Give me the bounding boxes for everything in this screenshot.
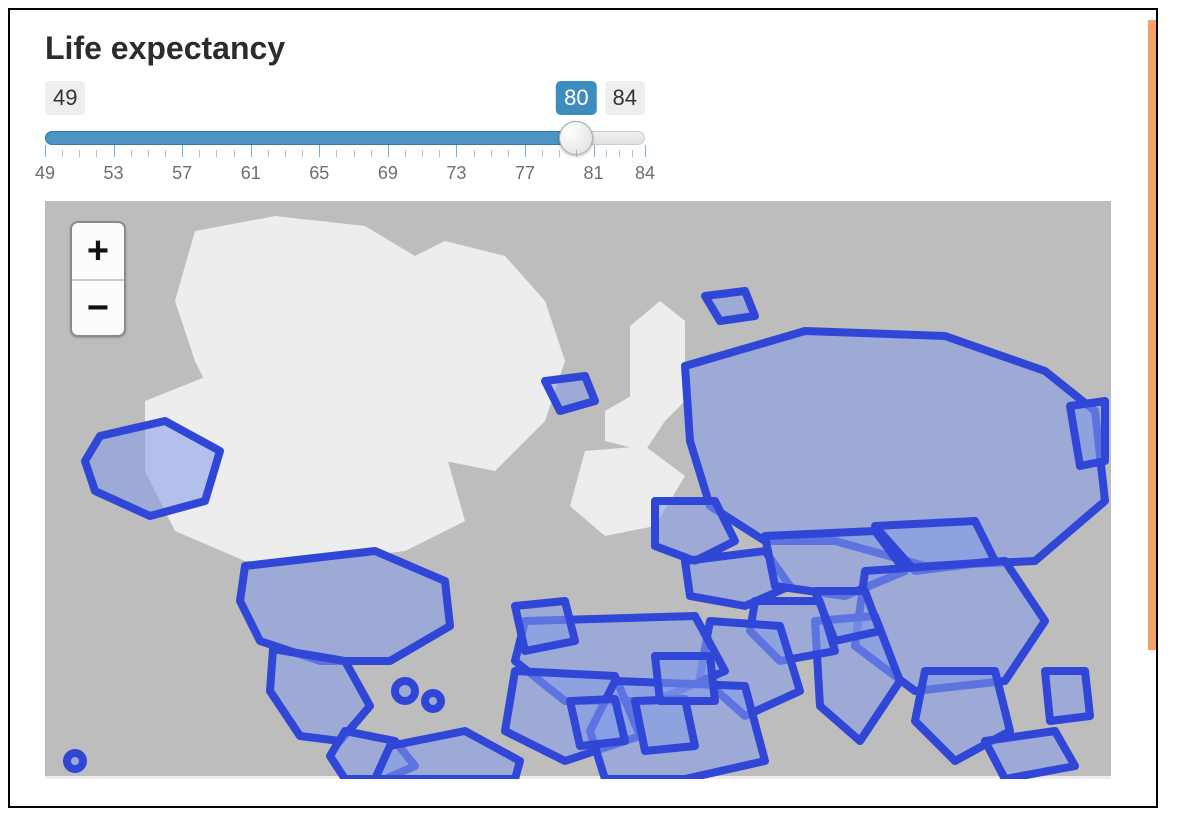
slider-tick-label: 77 bbox=[515, 163, 535, 184]
slider-track-fill bbox=[45, 131, 576, 145]
page-title: Life expectancy bbox=[45, 30, 1121, 67]
slider-value-tooltip: 80 bbox=[556, 81, 596, 115]
slider-ticks: 49535761656973778184 bbox=[45, 145, 645, 185]
zoom-in-button[interactable]: + bbox=[72, 223, 124, 279]
world-map[interactable]: + − bbox=[45, 201, 1111, 779]
map-svg bbox=[45, 201, 1111, 779]
slider-min-label: 49 bbox=[45, 81, 85, 115]
zoom-out-button[interactable]: − bbox=[72, 279, 124, 335]
slider-tick-label: 65 bbox=[309, 163, 329, 184]
life-expectancy-slider[interactable]: 49 84 80 49535761656973778184 bbox=[45, 81, 645, 141]
side-accent-bar bbox=[1148, 20, 1156, 650]
slider-tick-label: 73 bbox=[446, 163, 466, 184]
slider-tick-label: 57 bbox=[172, 163, 192, 184]
slider-tick-label: 81 bbox=[584, 163, 604, 184]
slider-tick-label: 49 bbox=[35, 163, 55, 184]
slider-tick-label: 53 bbox=[104, 163, 124, 184]
slider-tick-label: 69 bbox=[378, 163, 398, 184]
zoom-control: + − bbox=[70, 221, 126, 337]
slider-max-label: 84 bbox=[605, 81, 645, 115]
slider-tick-label: 61 bbox=[241, 163, 261, 184]
slider-tick-label: 84 bbox=[635, 163, 655, 184]
